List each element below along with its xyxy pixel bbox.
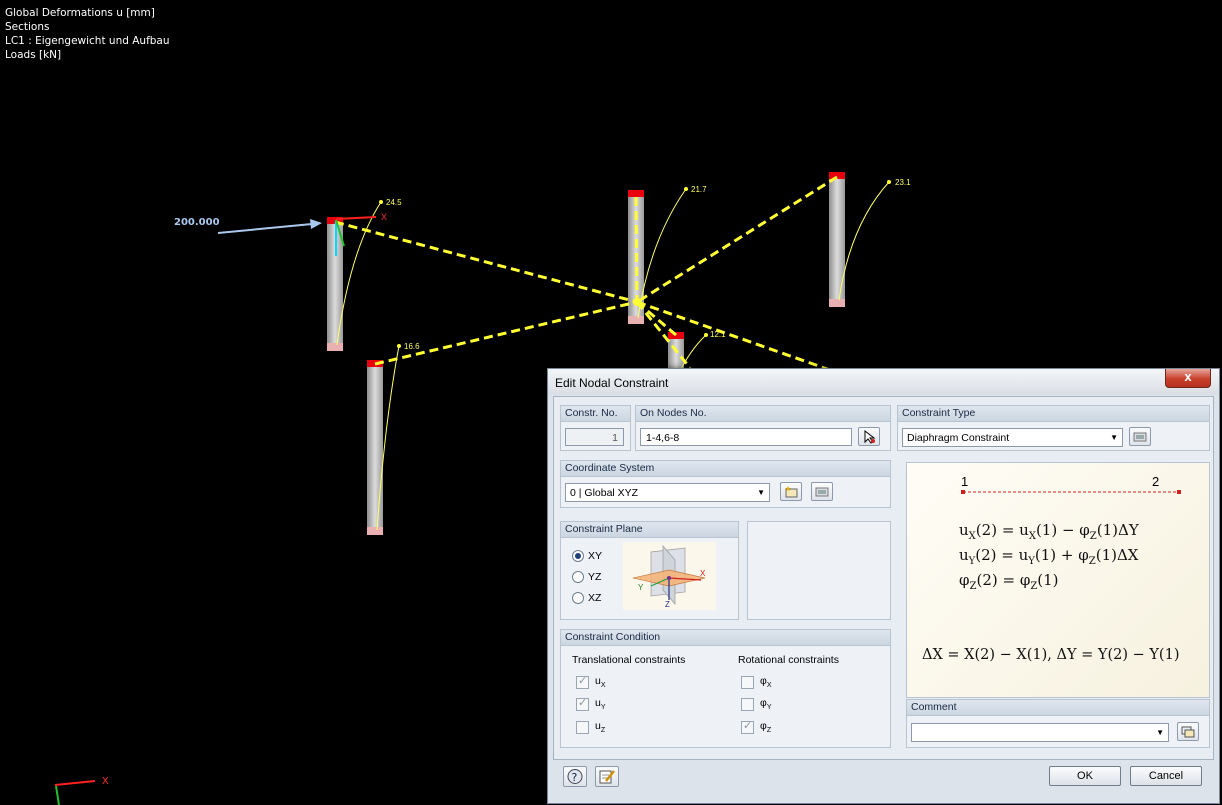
library-icon (1133, 432, 1147, 442)
ok-button[interactable]: OK (1049, 766, 1121, 786)
comment-library-button[interactable] (1177, 722, 1199, 741)
preview-node-1: 1 (961, 474, 969, 489)
node-label-5: 12.1 (710, 330, 726, 339)
checkbox-uy[interactable]: uY (576, 696, 606, 711)
chevron-down-icon: ▼ (1156, 728, 1164, 737)
notepad-pencil-icon (599, 770, 615, 784)
checkbox-phiz[interactable]: φZ (741, 719, 771, 734)
dialog-footer: ? OK Cancel (553, 760, 1212, 798)
checkbox-uz[interactable]: uZ (576, 720, 605, 734)
plane-axis-y-label: Y (638, 583, 644, 592)
constr-no-field: 1 (565, 428, 624, 446)
new-item-icon (785, 486, 798, 498)
global-axis-x-label: X (102, 776, 109, 787)
node-label-1: 24.5 (386, 198, 402, 207)
load-arrow[interactable] (217, 219, 322, 234)
close-icon: x (1184, 369, 1192, 384)
equation-phiz: φZ(2) = φZ(1) (959, 571, 1059, 592)
cancel-button[interactable]: Cancel (1130, 766, 1202, 786)
plane-option-yz[interactable]: YZ (572, 571, 601, 584)
dialog-body: Constr. No. 1 On Nodes No. 1-4,6-8 Const… (553, 396, 1214, 760)
constraint-plane-group: Constraint Plane XY YZ XZ X Y Z (560, 521, 739, 620)
column-4[interactable] (367, 360, 383, 535)
chevron-down-icon: ▼ (1110, 433, 1118, 442)
plane-option-xz[interactable]: XZ (572, 592, 601, 605)
comment-group: Comment ▼ (906, 699, 1210, 748)
constraint-type-value: Diaphragm Constraint (907, 432, 1010, 444)
coordinate-system-label: Coordinate System (561, 461, 890, 477)
constraint-type-select[interactable]: Diaphragm Constraint ▼ (902, 428, 1123, 447)
comment-input[interactable]: ▼ (911, 723, 1169, 742)
svg-text:?: ? (572, 771, 578, 784)
help-button[interactable]: ? (563, 766, 587, 787)
dialog-titlebar[interactable]: Edit Nodal Constraint x (548, 369, 1219, 395)
preview-node-2: 2 (1152, 474, 1160, 489)
chevron-down-icon: ▼ (757, 488, 765, 497)
copy-icon (1181, 726, 1195, 738)
checkbox-phiy[interactable]: φY (741, 697, 771, 711)
edit-coordinate-system-button[interactable] (811, 482, 833, 501)
constraint-type-label: Constraint Type (898, 406, 1209, 422)
local-axis-x-label: X (381, 212, 388, 222)
plane-axis-x-label: X (700, 569, 706, 578)
translational-header: Translational constraints (572, 654, 686, 666)
checkbox-ux[interactable]: uX (576, 674, 606, 689)
equation-ux: uX(2) = uX(1) − φZ(1)ΔY (959, 521, 1139, 542)
global-axis-icon (54, 780, 96, 805)
plane-axis-z-label: Z (665, 600, 670, 609)
constr-no-label: Constr. No. (561, 406, 630, 422)
empty-panel (747, 521, 891, 620)
dialog-title: Edit Nodal Constraint (555, 376, 669, 390)
library-icon (815, 487, 829, 497)
constr-no-group: Constr. No. 1 (560, 405, 631, 451)
on-nodes-input[interactable]: 1-4,6-8 (640, 428, 852, 446)
load-value-label: 200.000 (174, 217, 220, 228)
node-label-4: 16.6 (404, 342, 420, 351)
rotational-header: Rotational constraints (738, 654, 839, 666)
comment-label: Comment (907, 700, 1209, 716)
master-node[interactable] (633, 298, 641, 306)
pick-cursor-icon (864, 430, 876, 444)
new-coordinate-system-button[interactable] (780, 482, 802, 501)
node-label-3: 23.1 (895, 178, 911, 187)
coordinate-system-select[interactable]: 0 | Global XYZ ▼ (565, 483, 770, 502)
constraint-condition-group: Constraint Condition Translational const… (560, 629, 891, 748)
close-button[interactable]: x (1165, 369, 1211, 388)
pick-nodes-button[interactable] (858, 427, 880, 446)
column-3[interactable] (829, 172, 845, 307)
on-nodes-label: On Nodes No. (636, 406, 890, 422)
node-label-2: 21.7 (691, 185, 707, 194)
equation-delta: ΔX = X(2) − X(1), ΔY = Y(2) − Y(1) (922, 647, 1180, 663)
checkbox-phix[interactable]: φX (741, 675, 771, 689)
constraint-plane-label: Constraint Plane (561, 522, 738, 538)
preview-nodes-diagram (961, 490, 1181, 494)
constraint-type-library-button[interactable] (1129, 427, 1151, 446)
edit-notes-button[interactable] (595, 766, 619, 787)
equation-uy: uY(2) = uY(1) + φZ(1)ΔX (959, 546, 1139, 567)
coordinate-system-value: 0 | Global XYZ (570, 487, 639, 499)
constraint-type-group: Constraint Type Diaphragm Constraint ▼ (897, 405, 1210, 451)
help-icon: ? (567, 769, 583, 784)
plane-option-xy[interactable]: XY (572, 550, 602, 563)
on-nodes-group: On Nodes No. 1-4,6-8 (635, 405, 891, 451)
constraint-condition-label: Constraint Condition (561, 630, 890, 646)
edit-nodal-constraint-dialog: Edit Nodal Constraint x Constr. No. 1 On… (547, 368, 1220, 804)
coordinate-system-group: Coordinate System 0 | Global XYZ ▼ (560, 460, 891, 508)
constraint-preview: 1 2 uX(2) = uX(1) − φZ(1)ΔY uY(2) = uY(1… (906, 462, 1210, 698)
